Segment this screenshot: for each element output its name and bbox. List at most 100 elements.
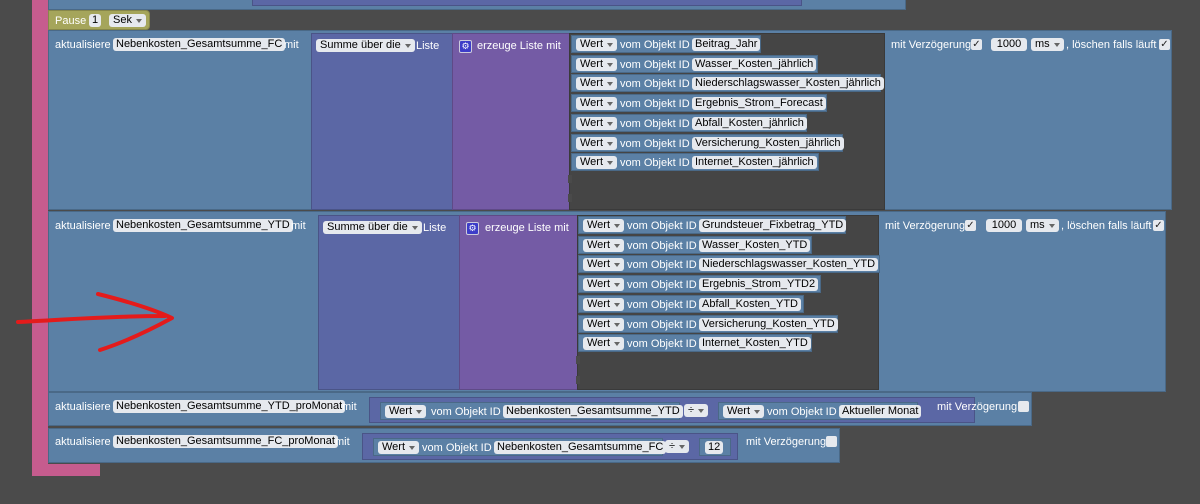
mit-label: mit bbox=[291, 220, 306, 232]
value-type-dropdown[interactable]: Wert bbox=[583, 337, 625, 351]
division-block-fc[interactable]: Wert vom Objekt ID Nebenkosten_Gesamtsum… bbox=[362, 433, 738, 460]
value-block[interactable]: Wert vom Objekt ID Ergebnis_Strom_Forecast bbox=[571, 94, 827, 113]
object-id-field[interactable]: Beitrag_Jahr bbox=[692, 38, 761, 51]
create-list-block-fc[interactable]: ⚙ erzeuge Liste mit bbox=[452, 33, 572, 210]
delay-checkbox[interactable] bbox=[1018, 401, 1029, 412]
value-block[interactable]: Wert vom Objekt ID Nebenkosten_Gesamtsum… bbox=[373, 438, 667, 456]
object-id-label: vom Objekt ID bbox=[620, 98, 690, 111]
clear-running-checkbox[interactable]: ✓ bbox=[1153, 220, 1164, 231]
object-id-field[interactable]: Niederschlagswasser_Kosten_YTD bbox=[699, 258, 879, 272]
object-id-field[interactable]: Ergebnis_Strom_Forecast bbox=[692, 97, 826, 111]
aktualisiere-label: aktualisiere bbox=[55, 436, 111, 448]
object-id-field[interactable]: Ergebnis_Strom_YTD2 bbox=[699, 278, 819, 292]
pause-block[interactable]: Pause 1 Sek bbox=[48, 10, 150, 30]
object-id-label: vom Objekt ID bbox=[627, 220, 697, 232]
value-block[interactable]: Wert vom Objekt ID Nebenkosten_Gesamtsum… bbox=[380, 402, 683, 420]
delay-value-input[interactable]: 1000 bbox=[991, 38, 1027, 51]
value-block[interactable]: Wert vom Objekt ID Aktueller Monat bbox=[718, 402, 922, 420]
value-type-dropdown[interactable]: Wert bbox=[583, 238, 625, 252]
value-type-dropdown[interactable]: Wert bbox=[576, 77, 618, 91]
object-id-field[interactable]: Aktueller Monat bbox=[839, 405, 922, 418]
pause-value-input[interactable]: 1 bbox=[89, 14, 102, 27]
delay-value-input[interactable]: 1000 bbox=[986, 219, 1022, 232]
sum-mode-dropdown[interactable]: Summe über die bbox=[323, 221, 422, 234]
clear-running-checkbox[interactable]: ✓ bbox=[1159, 39, 1170, 50]
value-block[interactable]: Wert vom Objekt ID Internet_Kosten_jährlic… bbox=[571, 153, 819, 172]
object-id-field[interactable]: Niederschlagswasser_Kosten_jährlich bbox=[692, 77, 884, 91]
mit-label: mit bbox=[342, 401, 357, 413]
target-object-fc[interactable]: Nebenkosten_Gesamtsumme_FC bbox=[113, 38, 286, 51]
value-block[interactable]: Wert vom Objekt ID Ergebnis_Strom_YTD2 bbox=[578, 275, 821, 294]
object-id-field[interactable]: Abfall_Kosten_jährlich bbox=[692, 116, 807, 130]
create-list-block-ytd[interactable]: ⚙ erzeuge Liste mit bbox=[459, 215, 579, 390]
pause-unit-dropdown[interactable]: Sek bbox=[109, 14, 146, 27]
value-type-dropdown[interactable]: Wert bbox=[583, 258, 625, 272]
value-type-dropdown[interactable]: Wert bbox=[576, 156, 618, 170]
object-id-label: vom Objekt ID bbox=[767, 406, 837, 418]
object-id-field[interactable]: Internet_Kosten_YTD bbox=[699, 337, 811, 351]
value-type-dropdown[interactable]: Wert bbox=[583, 219, 625, 232]
division-block-ytd[interactable]: Wert vom Objekt ID Nebenkosten_Gesamtsum… bbox=[369, 397, 975, 423]
delay-unit-dropdown[interactable]: ms bbox=[1026, 219, 1059, 232]
value-block[interactable]: Wert vom Objekt ID Niederschlagswasser_Kos… bbox=[571, 74, 884, 93]
update-block-fc-month[interactable]: aktualisiere Nebenkosten_Gesamtsumme_FC_… bbox=[48, 428, 840, 463]
value-type-dropdown[interactable]: Wert bbox=[576, 38, 618, 51]
value-type-dropdown[interactable]: Wert bbox=[583, 297, 625, 311]
sum-block-ytd[interactable]: Summe über die Liste bbox=[318, 215, 461, 390]
value-block[interactable]: Wert vom Objekt ID Internet_Kosten_YTD bbox=[578, 334, 812, 353]
object-id-field[interactable]: Wasser_Kosten_YTD bbox=[699, 238, 811, 252]
target-object-fc-month[interactable]: Nebenkosten_Gesamtsumme_FC_proMonat bbox=[113, 435, 338, 448]
gear-icon[interactable]: ⚙ bbox=[459, 40, 472, 53]
delay-label: mit Verzögerung bbox=[746, 436, 827, 448]
value-block[interactable]: Wert vom Objekt ID Abfall_Kosten_jährlich bbox=[571, 113, 807, 132]
value-type-dropdown[interactable]: Wert bbox=[576, 136, 618, 150]
object-id-field[interactable]: Abfall_Kosten_YTD bbox=[699, 297, 801, 311]
value-type-dropdown[interactable]: Wert bbox=[378, 441, 420, 454]
value-type-dropdown[interactable]: Wert bbox=[723, 405, 765, 418]
value-block[interactable]: Wert vom Objekt ID Versicherung_Kosten_jäh… bbox=[571, 133, 844, 152]
object-id-field[interactable]: Grundsteuer_Fixbetrag_YTD bbox=[699, 219, 847, 232]
previous-sum-block[interactable] bbox=[252, 0, 802, 6]
value-type-dropdown[interactable]: Wert bbox=[576, 116, 618, 130]
value-block[interactable]: Wert vom Objekt ID Wasser_Kosten_YTD bbox=[578, 235, 812, 254]
value-block[interactable]: Wert vom Objekt ID Niederschlagswasser_Kos… bbox=[578, 255, 880, 274]
event-block-foot bbox=[32, 464, 100, 476]
value-block[interactable]: Wert vom Objekt ID Versicherung_Kosten_YTD bbox=[578, 314, 838, 333]
liste-label: Liste bbox=[423, 222, 447, 234]
object-id-label: vom Objekt ID bbox=[627, 239, 697, 252]
object-id-label: vom Objekt ID bbox=[620, 137, 690, 150]
value-type-dropdown[interactable]: Wert bbox=[385, 405, 427, 418]
object-id-field[interactable]: Nebenkosten_Gesamtsumme_FC bbox=[494, 441, 667, 454]
object-id-field[interactable]: Versicherung_Kosten_YTD bbox=[699, 317, 838, 331]
value-type-dropdown[interactable]: Wert bbox=[583, 317, 625, 331]
number-field[interactable]: 12 bbox=[705, 441, 724, 454]
object-id-field[interactable]: Wasser_Kosten_jährlich bbox=[692, 57, 817, 71]
value-block[interactable]: Wert vom Objekt ID Wasser_Kosten_jährlich bbox=[571, 54, 818, 73]
delay-unit-dropdown[interactable]: ms bbox=[1031, 38, 1064, 51]
object-id-label: vom Objekt ID bbox=[620, 117, 690, 130]
mit-label: mit bbox=[335, 436, 350, 448]
value-type-dropdown[interactable]: Wert bbox=[576, 57, 618, 71]
operator-dropdown[interactable]: ÷ bbox=[665, 440, 690, 453]
sum-mode-dropdown[interactable]: Summe über die bbox=[316, 39, 415, 52]
number-block[interactable]: 12 bbox=[699, 438, 731, 456]
target-object-ytd-month[interactable]: Nebenkosten_Gesamtsumme_YTD_proMonat bbox=[113, 400, 346, 413]
object-id-field[interactable]: Versicherung_Kosten_jährlich bbox=[692, 136, 844, 150]
update-block-ytd-month[interactable]: aktualisiere Nebenkosten_Gesamtsumme_YTD… bbox=[48, 392, 1032, 426]
value-block[interactable]: Wert vom Objekt ID Abfall_Kosten_YTD bbox=[578, 294, 804, 313]
object-id-field[interactable]: Internet_Kosten_jährlich bbox=[692, 156, 817, 170]
delay-checkbox[interactable]: ✓ bbox=[965, 220, 976, 231]
value-block[interactable]: Wert vom Objekt ID Grundsteuer_Fixbetrag_Y… bbox=[578, 216, 847, 234]
gear-icon[interactable]: ⚙ bbox=[466, 222, 479, 235]
aktualisiere-label: aktualisiere bbox=[55, 220, 111, 232]
delay-checkbox[interactable]: ✓ bbox=[971, 39, 982, 50]
object-id-label: vom Objekt ID bbox=[431, 406, 501, 418]
sum-block-fc[interactable]: Summe über die Liste bbox=[311, 33, 454, 210]
value-type-dropdown[interactable]: Wert bbox=[583, 278, 625, 292]
object-id-field[interactable]: Nebenkosten_Gesamtsumme_YTD bbox=[503, 405, 683, 418]
target-object-ytd[interactable]: Nebenkosten_Gesamtsumme_YTD bbox=[113, 219, 293, 232]
delay-checkbox[interactable] bbox=[826, 436, 837, 447]
operator-dropdown[interactable]: ÷ bbox=[684, 404, 709, 417]
value-block[interactable]: Wert vom Objekt ID Beitrag_Jahr bbox=[571, 35, 761, 53]
value-type-dropdown[interactable]: Wert bbox=[576, 97, 618, 111]
